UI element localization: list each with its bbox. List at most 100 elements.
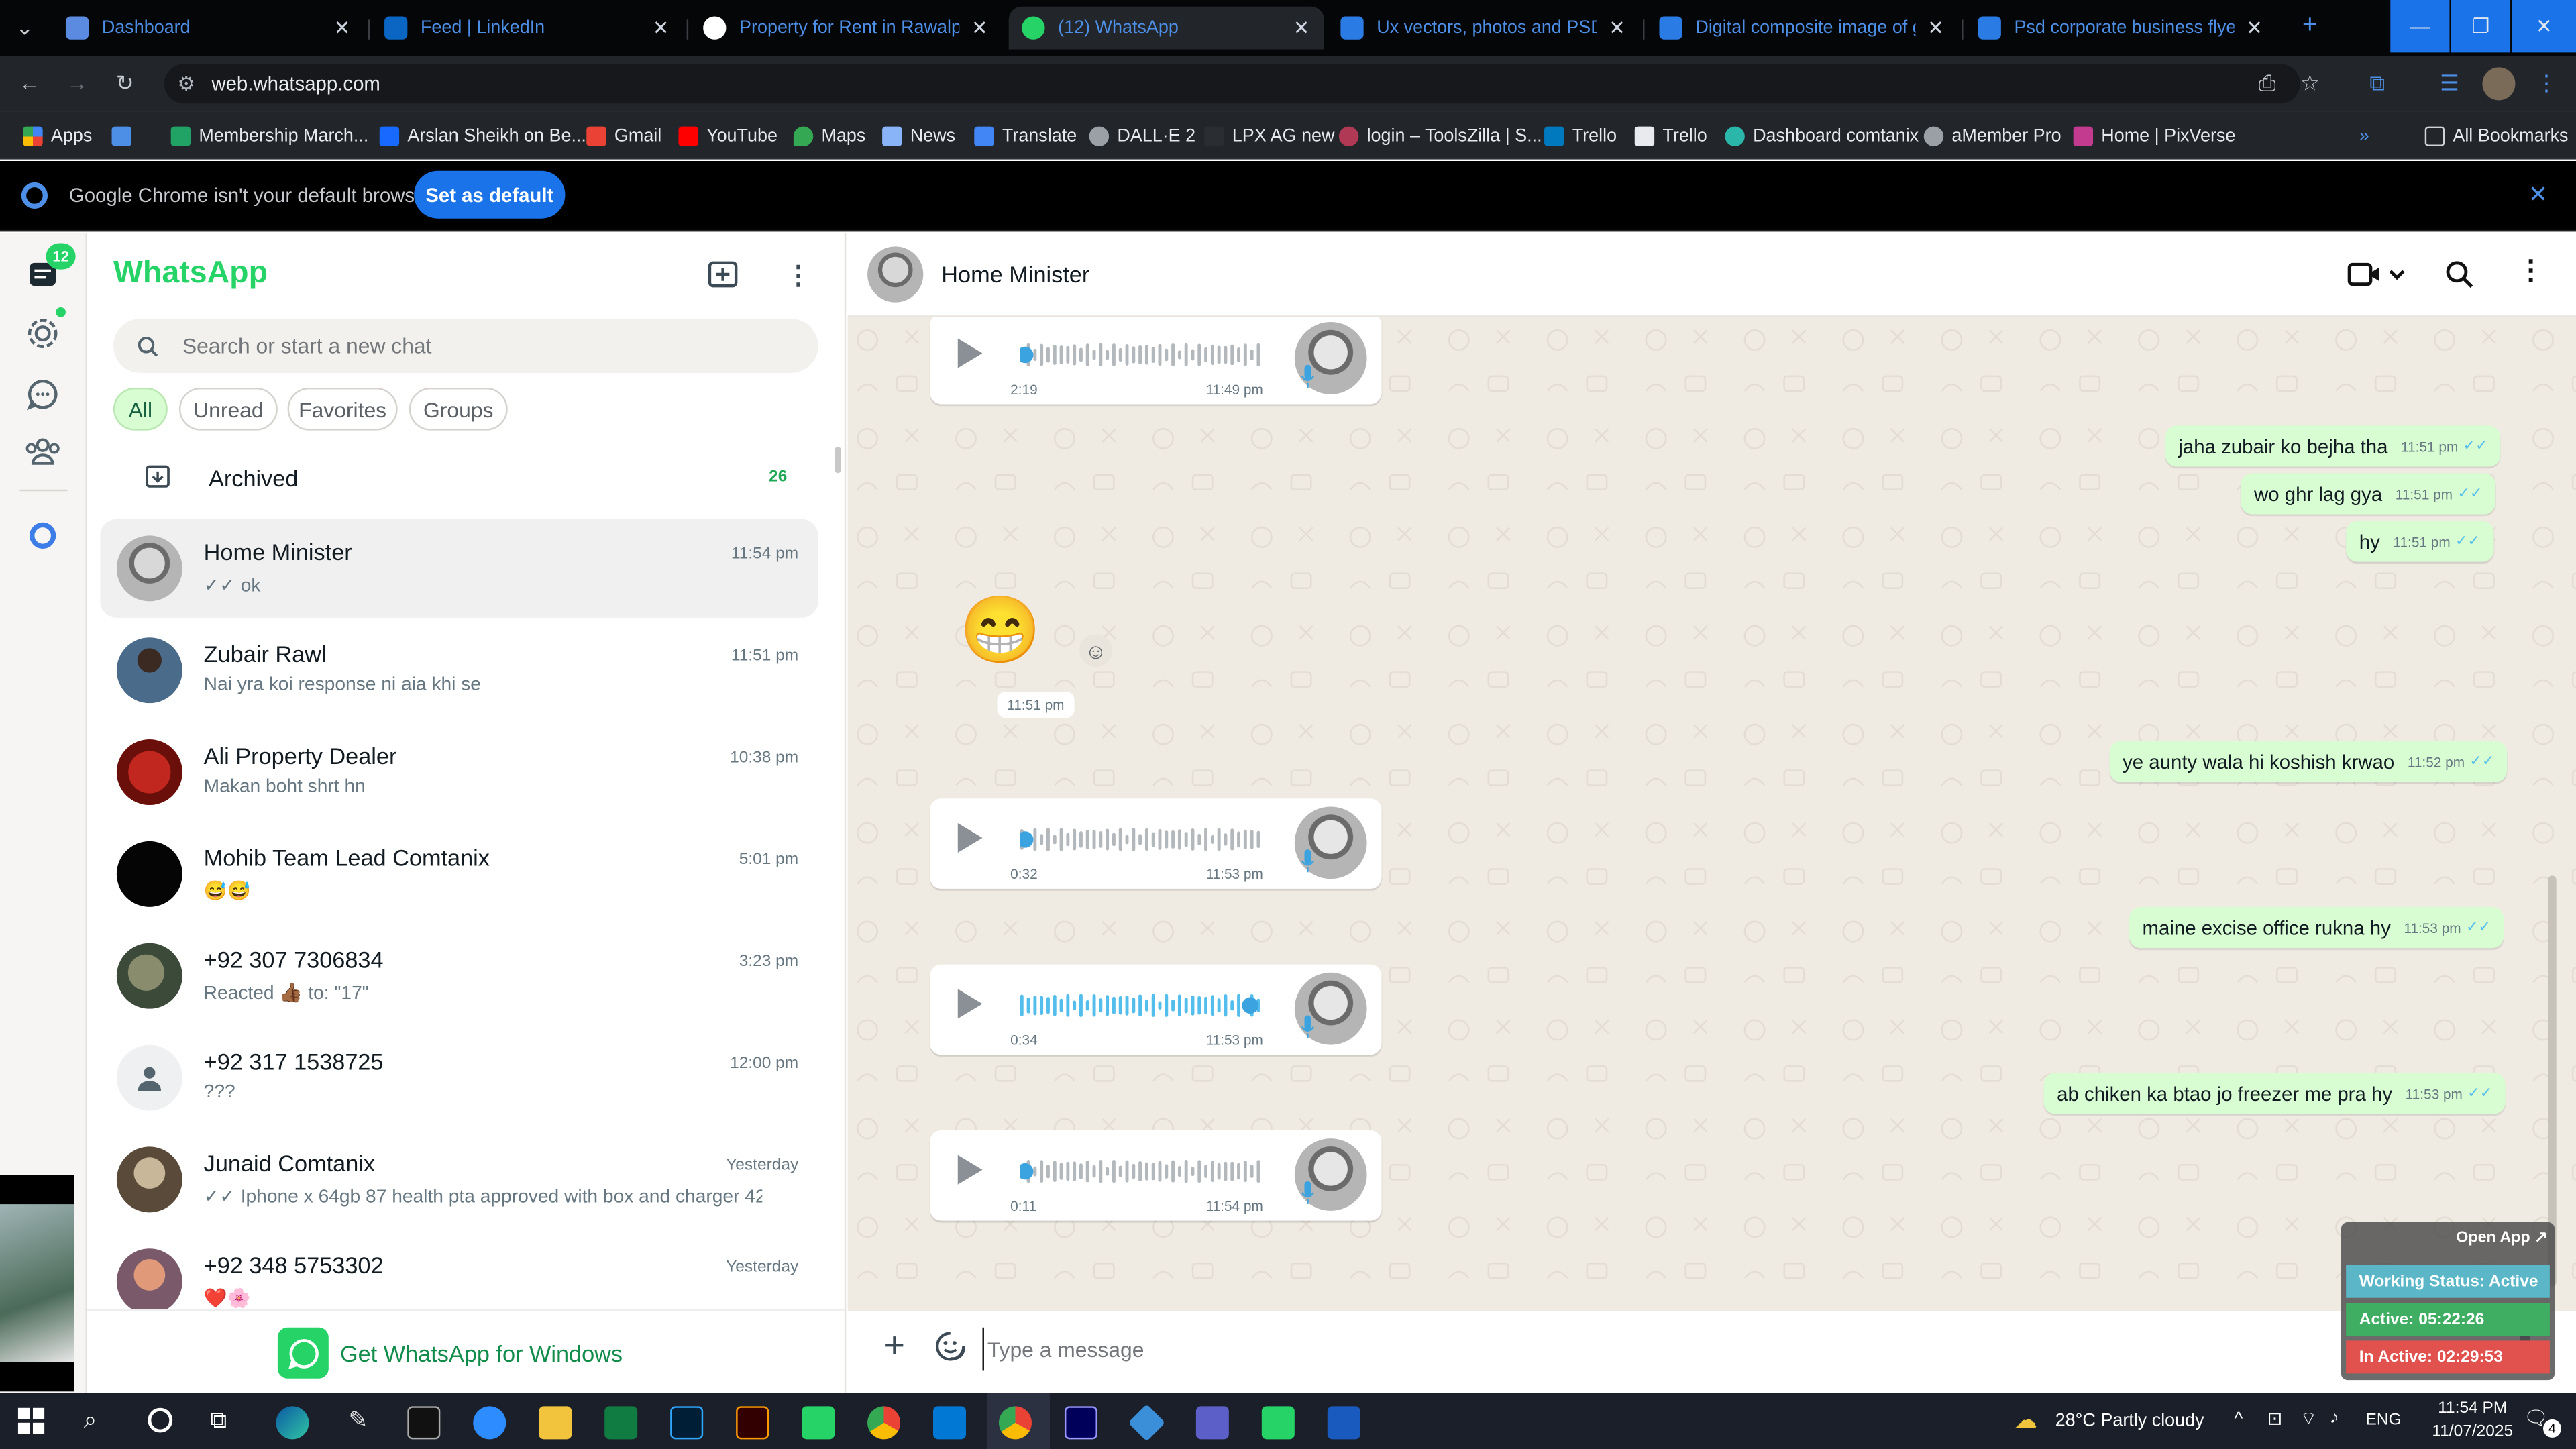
play-icon[interactable] <box>957 338 983 368</box>
word-icon[interactable] <box>1327 1406 1360 1440</box>
more-bookmarks-icon[interactable]: » <box>2359 121 2369 150</box>
status-nav-icon[interactable] <box>23 314 62 354</box>
outgoing-message[interactable]: maine excise office rukna hy 11:53 pm ✓✓ <box>2129 906 2504 949</box>
reading-list-icon[interactable]: ☰ <box>2434 69 2464 99</box>
browser-menu-icon[interactable]: ⋮ <box>2532 69 2561 99</box>
bookmark-star-icon[interactable]: ☆ <box>2295 69 2324 99</box>
waveform[interactable] <box>1020 341 1260 368</box>
install-app-icon[interactable]: ⎙ <box>2253 69 2282 99</box>
waveform[interactable] <box>1020 826 1260 853</box>
chat-row-home-minister[interactable]: Home Minister ✓✓ ok 11:54 pm <box>100 519 818 618</box>
chat-row-zubair[interactable]: Zubair Rawl Nai yra koi response ni aia … <box>100 621 818 720</box>
voice-message[interactable]: 0:34 11:53 pm <box>930 964 1382 1055</box>
close-tab-icon[interactable]: ✕ <box>1292 16 1311 39</box>
bookmark-grid[interactable] <box>111 121 131 150</box>
chat-row-92-348[interactable]: +92 348 5753302 ❤️🌸 Yesterday <box>100 1232 818 1311</box>
close-tab-icon[interactable]: ✕ <box>333 16 352 39</box>
react-emoji-icon[interactable]: ☺ <box>1079 634 1112 667</box>
bookmark-membership[interactable]: Membership March... <box>170 121 368 150</box>
terminal-icon[interactable] <box>407 1406 441 1440</box>
playback-knob[interactable] <box>1242 997 1258 1014</box>
get-whatsapp-windows-banner[interactable]: Get WhatsApp for Windows <box>87 1309 845 1393</box>
close-tab-icon[interactable]: ✕ <box>1607 16 1626 39</box>
archived-row[interactable]: Archived 26 <box>100 450 818 506</box>
site-info-icon[interactable]: ⚙ <box>177 72 195 95</box>
all-bookmarks[interactable]: All Bookmarks <box>2424 121 2569 150</box>
outgoing-message[interactable]: jaha zubair ko bejha tha 11:51 pm ✓✓ <box>2165 425 2502 467</box>
tab-search-chevron-icon[interactable]: ⌄ <box>10 13 40 43</box>
conversation-header[interactable]: Home Minister ⋮ <box>847 233 2576 317</box>
new-tab-plus-icon[interactable]: + <box>2280 0 2339 52</box>
sticker-emoji-icon[interactable] <box>934 1331 966 1371</box>
vscode-icon[interactable] <box>933 1406 967 1440</box>
minimize-window-icon[interactable]: — <box>2390 0 2450 53</box>
photoshop-icon[interactable] <box>670 1406 704 1440</box>
windows-start-icon[interactable] <box>17 1407 45 1434</box>
weather-icon[interactable]: ☁ <box>2014 1406 2037 1434</box>
close-infobar-icon[interactable]: ✕ <box>2528 180 2548 209</box>
reload-icon[interactable]: ↻ <box>110 69 140 99</box>
filter-unread[interactable]: Unread <box>178 387 278 431</box>
wifi-icon[interactable]: ⌔ <box>2300 1408 2317 1431</box>
playback-knob[interactable] <box>1020 1163 1034 1180</box>
chat-menu-kebab-icon[interactable]: ⋮ <box>2517 255 2545 288</box>
play-icon[interactable] <box>957 1155 983 1185</box>
cortana-icon[interactable] <box>148 1407 173 1433</box>
bookmark-amember[interactable]: aMember Pro <box>1923 121 2061 150</box>
bookmark-trello-2[interactable]: Trello <box>1634 121 1707 150</box>
chrome-icon[interactable] <box>867 1406 901 1440</box>
edge-icon[interactable] <box>276 1406 309 1440</box>
clock-date[interactable]: 11/07/2025 <box>2425 1423 2520 1441</box>
contact-avatar[interactable] <box>867 246 924 303</box>
play-icon[interactable] <box>957 822 983 853</box>
search-taskbar-icon[interactable]: ⌕ <box>84 1406 97 1434</box>
tab-property[interactable]: Property for Rent in Rawalpindi ✕ <box>690 7 1002 50</box>
bookmark-trello-1[interactable]: Trello <box>1544 121 1617 150</box>
menu-kebab-icon[interactable]: ⋮ <box>786 260 812 292</box>
floating-video-thumbnail[interactable] <box>0 1175 74 1392</box>
chat-row-92-317[interactable]: +92 317 1538725 ??? 12:00 pm <box>100 1028 818 1127</box>
bookmark-pixverse[interactable]: Home | PixVerse <box>2073 121 2235 150</box>
illustrator-icon[interactable] <box>736 1406 769 1440</box>
bookmark-youtube[interactable]: YouTube <box>678 121 777 150</box>
close-tab-icon[interactable]: ✕ <box>2245 16 2263 39</box>
bookmark-translate[interactable]: Translate <box>974 121 1077 150</box>
close-window-icon[interactable]: ✕ <box>2512 0 2576 53</box>
outgoing-message[interactable]: ab chiken ka btao jo freezer me pra hy 11… <box>2043 1073 2506 1114</box>
voice-message[interactable]: 0:32 11:53 pm <box>930 798 1382 889</box>
teams-icon[interactable] <box>1195 1406 1229 1440</box>
bookmark-lpx[interactable]: LPX AG new <box>1204 121 1335 150</box>
file-explorer-icon[interactable] <box>539 1406 572 1440</box>
chat-row-ali-property[interactable]: Ali Property Dealer Makan boht shrt hn 1… <box>100 723 818 822</box>
chat-row-92-307[interactable]: +92 307 7306834 Reacted 👍🏾 to: "17" 3:23… <box>100 926 818 1025</box>
app-diamond-icon[interactable] <box>1128 1404 1166 1442</box>
search-input[interactable]: Search or start a new chat <box>113 319 818 373</box>
pen-tool-icon[interactable]: ✎ <box>341 1406 374 1439</box>
bookmark-behance[interactable]: Arslan Sheikh on Be... <box>379 121 586 150</box>
waveform[interactable] <box>1020 1159 1260 1185</box>
address-bar[interactable]: ⚙ web.whatsapp.com <box>164 64 2300 104</box>
whatsapp-secondary-icon[interactable] <box>1261 1406 1295 1440</box>
communities-nav-icon[interactable] <box>23 432 62 472</box>
show-hidden-icons[interactable]: ^ <box>2235 1409 2243 1429</box>
voice-message[interactable]: 2:19 11:49 pm <box>930 317 1382 405</box>
whatsapp-desktop-icon[interactable] <box>802 1406 835 1440</box>
filter-favorites[interactable]: Favorites <box>287 387 398 431</box>
filter-all[interactable]: All <box>113 387 168 431</box>
bookmark-dashboard-comtanix[interactable]: Dashboard comtanix <box>1725 121 1919 150</box>
clock-time[interactable]: 11:54 PM <box>2428 1400 2517 1418</box>
chrome-active-icon[interactable] <box>998 1406 1032 1440</box>
premiere-icon[interactable] <box>1064 1406 1097 1440</box>
search-chat-icon[interactable] <box>2445 260 2474 297</box>
chat-row-junaid[interactable]: Junaid Comtanix ✓✓ Iphone x 64gb 87 heal… <box>100 1130 818 1229</box>
bookmark-gmail[interactable]: Gmail <box>586 121 661 150</box>
video-call-icon[interactable] <box>2347 260 2407 289</box>
bookmark-maps[interactable]: Maps <box>793 121 865 150</box>
tab-ux-vectors[interactable]: Ux vectors, photos and PSD files ✕ <box>1328 7 1640 50</box>
close-tab-icon[interactable]: ✕ <box>970 16 989 39</box>
back-arrow-icon[interactable]: ← <box>15 69 44 99</box>
meta-ai-icon[interactable] <box>23 516 62 555</box>
chat-list-scrollbar[interactable] <box>835 447 841 474</box>
bookmark-toolszilla[interactable]: login – ToolsZilla | S... <box>1338 121 1542 150</box>
task-view-icon[interactable]: ⧉ <box>210 1406 226 1434</box>
